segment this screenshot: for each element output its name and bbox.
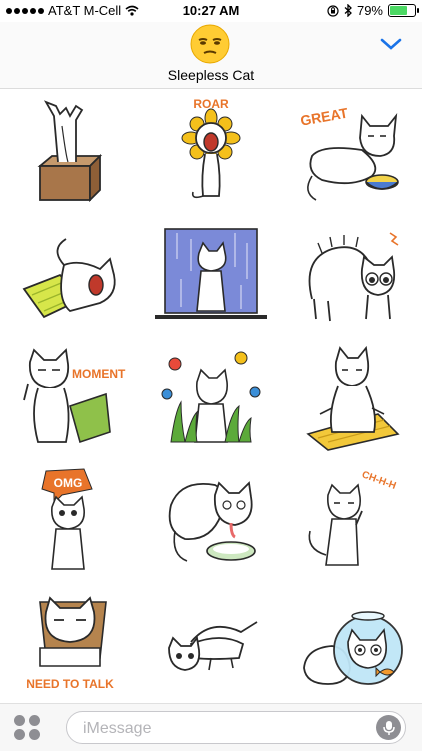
cat-in-rain-sticker[interactable] bbox=[141, 213, 281, 336]
sticker-grid: ROAR GREAT MOMENT OMG CH-H-H NEED TO TAL… bbox=[0, 90, 422, 702]
sticker-app-header: Sleepless Cat bbox=[0, 22, 422, 89]
bluetooth-icon bbox=[344, 4, 352, 17]
scared-cat-arched-sticker[interactable] bbox=[282, 213, 422, 336]
sleepy-face-emoji-icon[interactable] bbox=[190, 24, 230, 64]
sunflower-cat-roar-sticker[interactable]: ROAR bbox=[141, 90, 281, 213]
microphone-icon[interactable] bbox=[376, 715, 401, 740]
cat-need-to-talk-sticker[interactable]: NEED TO TALK bbox=[0, 582, 140, 705]
cat-crawling-sticker[interactable] bbox=[141, 582, 281, 705]
message-input[interactable] bbox=[81, 719, 365, 739]
cat-omg-sticker[interactable]: OMG bbox=[0, 459, 140, 582]
sticker-caption: CH-H-H bbox=[360, 469, 397, 491]
cat-great-cereal-sticker[interactable]: GREAT bbox=[282, 90, 422, 213]
cat-yawning-pillow-sticker[interactable] bbox=[0, 213, 140, 336]
cat-in-flowers-sticker[interactable] bbox=[141, 336, 281, 459]
imessage-field[interactable] bbox=[66, 711, 406, 744]
sticker-caption: GREAT bbox=[299, 104, 349, 128]
app-title: Sleepless Cat bbox=[167, 67, 255, 83]
battery-percent: 79% bbox=[356, 3, 383, 18]
chevron-down-icon[interactable] bbox=[380, 36, 402, 52]
cat-in-box-sticker[interactable] bbox=[0, 90, 140, 213]
cat-meditating-mat-sticker[interactable] bbox=[282, 336, 422, 459]
sticker-caption: NEED TO TALK bbox=[26, 677, 114, 691]
cat-chhh-sticker[interactable]: CH-H-H bbox=[282, 459, 422, 582]
cat-drinking-milk-sticker[interactable] bbox=[141, 459, 281, 582]
cat-fishbowl-sticker[interactable] bbox=[282, 582, 422, 705]
cat-moment-sticker[interactable]: MOMENT bbox=[0, 336, 140, 459]
status-bar: AT&T M-Cell 10:27 AM 79% bbox=[0, 0, 422, 22]
message-input-bar bbox=[0, 703, 422, 751]
app-drawer-icon[interactable] bbox=[14, 715, 42, 741]
orientation-lock-icon bbox=[327, 4, 339, 17]
battery-icon bbox=[388, 4, 419, 17]
sticker-caption: OMG bbox=[54, 476, 83, 490]
sticker-caption: MOMENT bbox=[72, 367, 126, 381]
